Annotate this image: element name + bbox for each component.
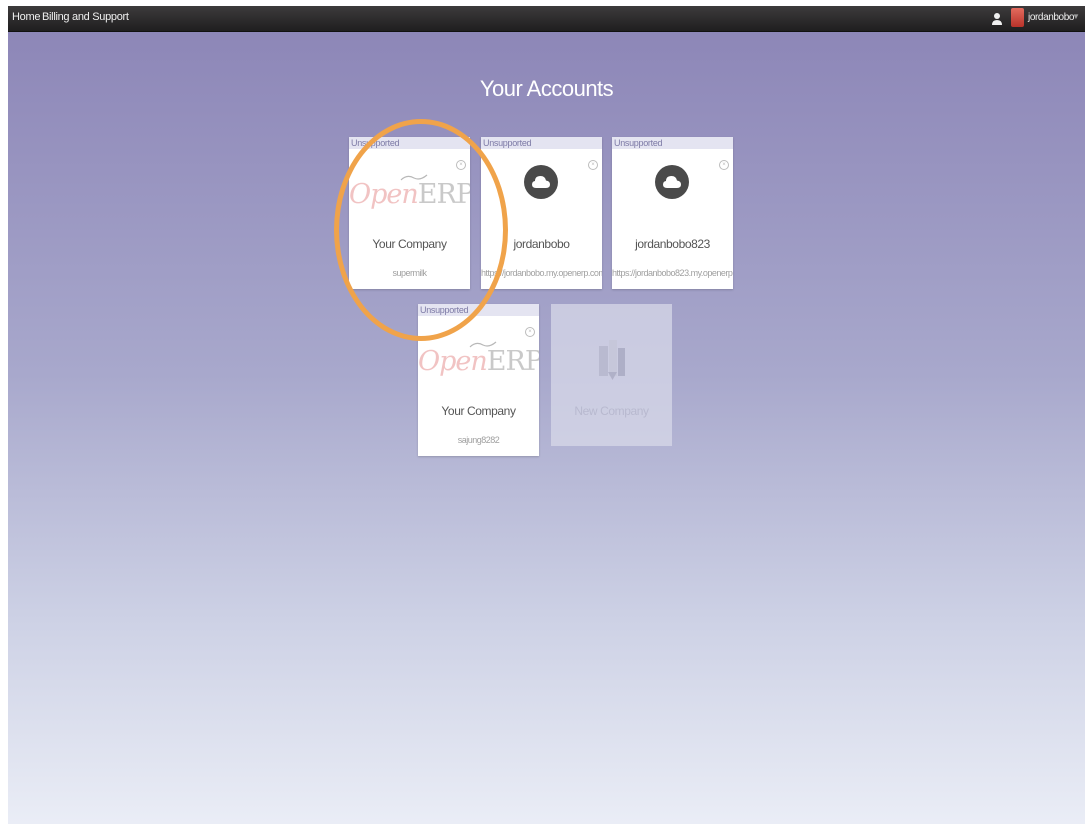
close-icon[interactable]: × bbox=[525, 327, 535, 337]
username-menu[interactable]: jordanbobo bbox=[1028, 12, 1074, 23]
account-subtitle: sajung8282 bbox=[457, 435, 500, 445]
account-card-jordanbobo823[interactable]: Unsupported × jordanbobo823 https://jord… bbox=[612, 137, 733, 289]
caret-down-icon[interactable]: ▼ bbox=[1072, 12, 1080, 21]
nav-link-home[interactable]: Home bbox=[12, 11, 40, 23]
app-window: Home Billing and Support jordanbobo ▼ Yo… bbox=[8, 6, 1085, 824]
account-name: jordanbobo823 bbox=[635, 237, 710, 251]
close-icon[interactable]: × bbox=[588, 160, 598, 170]
new-company-label: New Company bbox=[574, 404, 649, 418]
cloud-icon bbox=[524, 165, 558, 199]
page-title: Your Accounts bbox=[479, 76, 614, 101]
close-icon[interactable]: × bbox=[719, 160, 729, 170]
account-card-your-company-sajung8282[interactable]: Unsupported × OpenERP Your Company sajun… bbox=[418, 304, 539, 456]
close-icon[interactable]: × bbox=[456, 160, 466, 170]
account-url[interactable]: https://jordanbobo823.my.openerp.com bbox=[612, 268, 733, 278]
nav-link-billing-support[interactable]: Billing and Support bbox=[42, 11, 129, 23]
unsupported-ribbon: Unsupported bbox=[349, 137, 470, 149]
openerp-logo: OpenERP bbox=[349, 179, 470, 210]
unsupported-ribbon: Unsupported bbox=[481, 137, 602, 149]
cloud-icon bbox=[655, 165, 689, 199]
openerp-logo: OpenERP bbox=[418, 346, 539, 377]
account-name: Your Company bbox=[441, 404, 516, 418]
account-subtitle: supermilk bbox=[392, 268, 427, 278]
account-card-jordanbobo[interactable]: Unsupported × jordanbobo https://jordanb… bbox=[481, 137, 602, 289]
building-icon bbox=[599, 340, 625, 380]
account-url[interactable]: https://jordanbobo.my.openerp.com bbox=[481, 268, 602, 278]
avatar[interactable] bbox=[1011, 8, 1024, 27]
new-company-button[interactable]: New Company bbox=[551, 304, 672, 446]
unsupported-ribbon: Unsupported bbox=[418, 304, 539, 316]
account-card-your-company-supermilk[interactable]: Unsupported × OpenERP Your Company super… bbox=[349, 137, 470, 289]
unsupported-ribbon: Unsupported bbox=[612, 137, 733, 149]
person-icon[interactable] bbox=[990, 12, 1004, 26]
top-navbar: Home Billing and Support jordanbobo ▼ bbox=[8, 6, 1085, 32]
account-name: jordanbobo bbox=[513, 237, 570, 251]
account-name: Your Company bbox=[372, 237, 447, 251]
